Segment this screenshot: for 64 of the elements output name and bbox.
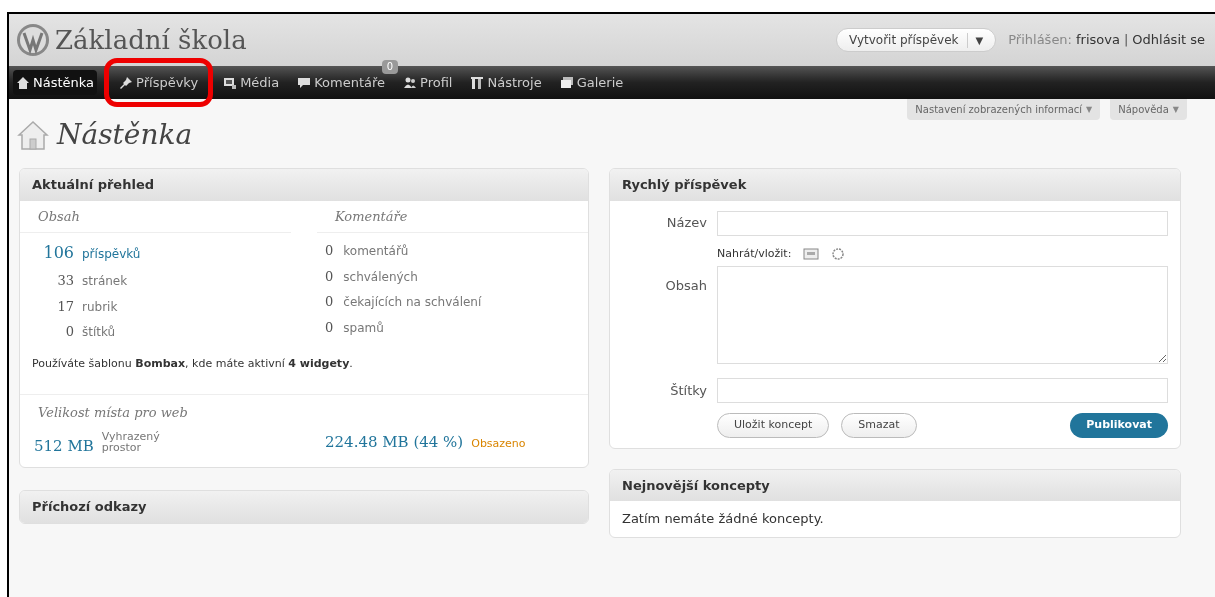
content-text-area[interactable] (717, 266, 1168, 364)
screen-tab[interactable]: Nápověda ▼ (1110, 99, 1187, 120)
count-link[interactable]: 106 (34, 241, 74, 265)
menu-item[interactable]: Nástroje (467, 69, 545, 96)
widget-title: Rychlý příspěvek (610, 169, 1180, 201)
empty-drafts-message: Zatím nemáte žádné koncepty. (621, 510, 825, 528)
count-label-link[interactable]: příspěvků (82, 245, 291, 263)
storage-used[interactable]: 224.48 MB (44 %) (325, 430, 464, 453)
field-label: Štítky (669, 381, 707, 400)
storage-used-label: Obsazeno (471, 435, 526, 452)
menu-item[interactable]: Média (220, 69, 283, 96)
storage-heading: Velikost místa pro web (37, 404, 189, 422)
logout-link[interactable]: Odhlásit se (1132, 30, 1205, 50)
field-label: Název (665, 214, 707, 233)
count-link[interactable]: 0 (325, 292, 334, 312)
count-label-link[interactable]: rubrik (82, 297, 291, 316)
menu-item[interactable]: Příspěvky (109, 62, 209, 103)
count-link[interactable]: 0 (325, 266, 334, 286)
count-label-link[interactable]: spamů (343, 318, 384, 337)
count-link[interactable]: 0 (325, 241, 334, 261)
count-link[interactable]: 0 (34, 322, 74, 342)
screen-tab[interactable]: Nastavení zobrazených informací ▼ (907, 99, 1101, 120)
people-icon (403, 75, 418, 90)
publish-button[interactable]: Publikovat (1070, 413, 1168, 438)
image-icon (803, 247, 820, 260)
title-input-field[interactable] (717, 210, 1168, 236)
tags-input-field[interactable] (717, 378, 1168, 403)
house-icon (17, 119, 49, 151)
count-label-link[interactable]: štítků (82, 323, 291, 341)
menu-item[interactable]: Nástěnka (13, 69, 98, 96)
pin-icon (119, 75, 134, 90)
column-heading: Obsah (20, 200, 291, 233)
save-draft-button[interactable]: Uložit koncept (717, 413, 830, 438)
menu-item[interactable]: Galerie (556, 69, 627, 96)
column-heading: Komentáře (317, 200, 588, 233)
upload-label: Nahrát/vložit: (717, 245, 792, 262)
widget-title: Nejnovější koncepty (610, 469, 1180, 501)
field-label: Obsah (664, 277, 707, 295)
user-link[interactable]: frisova (1076, 30, 1120, 50)
count-link[interactable]: 0 (325, 317, 334, 337)
logged-in-label: Přihlášen: (1008, 31, 1072, 50)
count-label-link[interactable]: čekajících na schválení (343, 293, 482, 311)
separator: | (1123, 31, 1129, 50)
count-label-link[interactable]: schválených (343, 267, 418, 286)
count-label-link[interactable]: stránek (82, 272, 291, 290)
tools-icon (470, 75, 485, 90)
storage-allowed-label: Vyhrazený prostor (101, 430, 161, 453)
theme-note: Používáte šablonu Bombax, kde máte aktivní 4 widgety. (31, 355, 354, 372)
storage-allowed[interactable]: 512 MB (34, 430, 94, 457)
menu-item[interactable]: Profil (400, 69, 456, 96)
media-icon (223, 75, 238, 90)
new-post-button[interactable]: Vytvořit příspěvek ▼ (836, 28, 997, 52)
speech-bubble-icon (297, 75, 312, 90)
page-title: Nástěnka (57, 117, 193, 153)
count-link[interactable]: 33 (34, 271, 74, 291)
reset-button[interactable]: Smazat (841, 413, 917, 438)
gallery-icon (559, 75, 574, 90)
widget-title: Aktuální přehled (20, 169, 588, 201)
site-title: Základní škola (55, 23, 247, 57)
wordpress-logo-icon (15, 22, 51, 58)
house-icon (16, 75, 30, 90)
count-label-link[interactable]: komentářů (343, 242, 409, 260)
count-link[interactable]: 17 (34, 296, 74, 316)
widget-title: Příchozí odkazy (20, 491, 588, 523)
